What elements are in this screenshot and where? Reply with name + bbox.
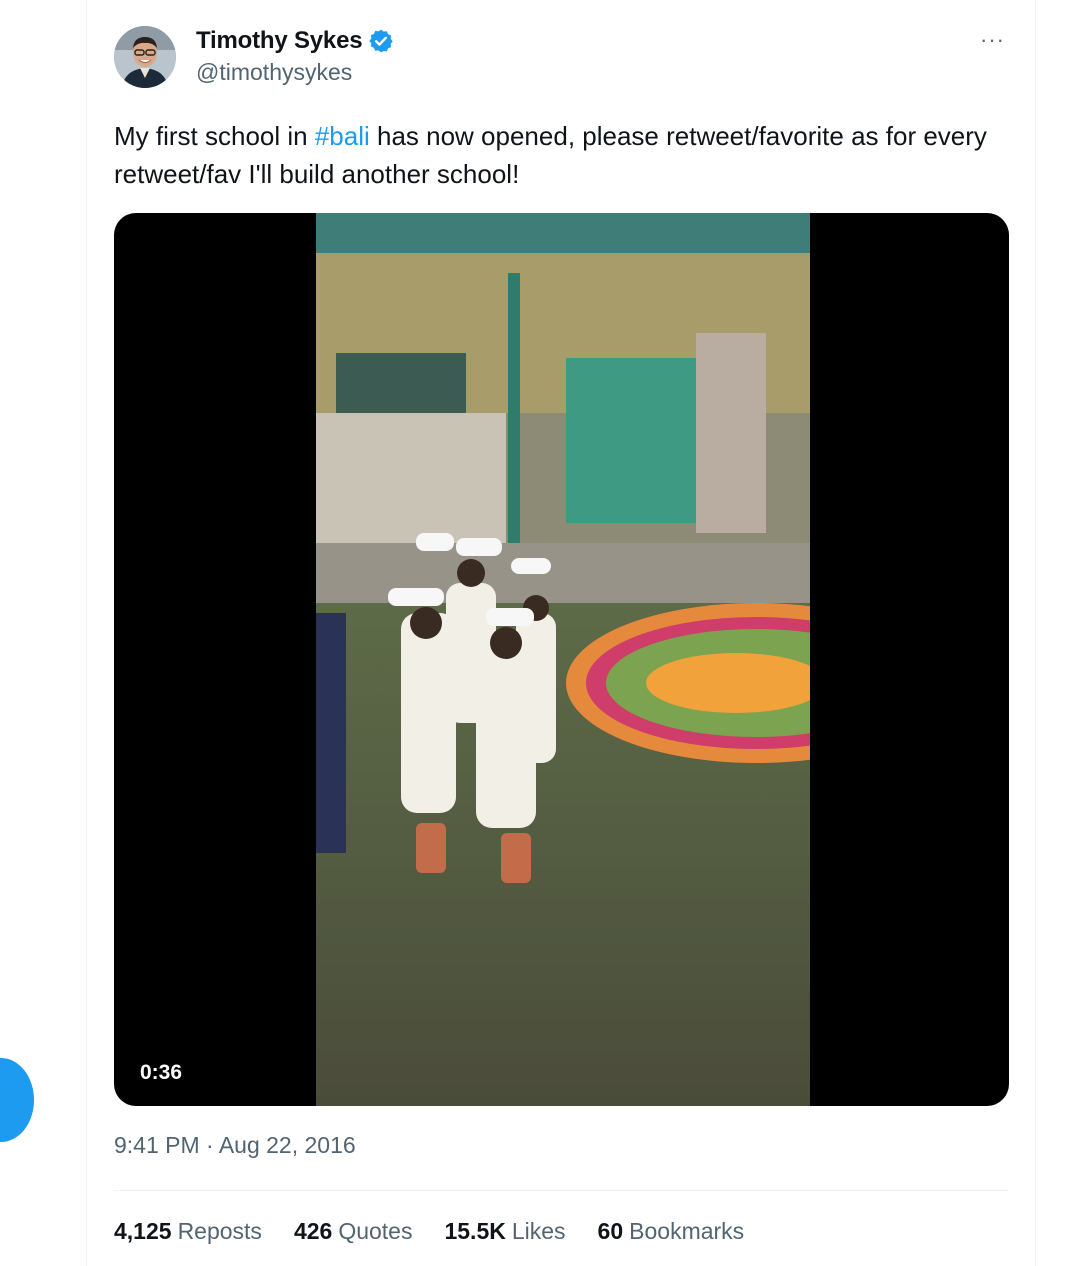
- verified-badge-icon: [368, 28, 394, 54]
- video-duration: 0:36: [140, 1061, 183, 1084]
- stat-value: 60: [597, 1218, 624, 1244]
- stat-value: 15.5K: [444, 1218, 506, 1244]
- stat-value: 4,125: [114, 1218, 172, 1244]
- author-handle[interactable]: @timothysykes: [196, 59, 352, 86]
- likes-stat[interactable]: 15.5K Likes: [444, 1218, 565, 1245]
- more-options-icon[interactable]: ···: [980, 29, 1008, 54]
- divider: [114, 1190, 1008, 1191]
- compose-button[interactable]: [0, 1058, 34, 1142]
- stat-label: Bookmarks: [629, 1218, 745, 1244]
- video-frame: [316, 213, 810, 1106]
- video-player[interactable]: 0:36: [114, 213, 1009, 1106]
- bookmarks-stat[interactable]: 60 Bookmarks: [598, 1218, 745, 1245]
- tweet-text: My first school in #bali has now opened,…: [114, 117, 994, 193]
- tweet-timestamp[interactable]: 9:41 PM · Aug 22, 2016: [114, 1132, 356, 1159]
- author-name-row[interactable]: Timothy Sykes: [196, 27, 394, 55]
- tweet-text-before: My first school in: [114, 121, 315, 151]
- engagement-stats: 4,125 Reposts 426 Quotes 15.5K Likes 60 …: [114, 1218, 776, 1245]
- reposts-stat[interactable]: 4,125 Reposts: [114, 1218, 262, 1245]
- stat-label: Reposts: [177, 1218, 262, 1244]
- stat-value: 426: [293, 1218, 333, 1244]
- hashtag-link[interactable]: #bali: [315, 121, 370, 151]
- stat-label: Likes: [511, 1218, 566, 1244]
- stat-label: Quotes: [338, 1218, 413, 1244]
- avatar[interactable]: [114, 26, 176, 88]
- display-name[interactable]: Timothy Sykes: [196, 27, 363, 55]
- quotes-stat[interactable]: 426 Quotes: [294, 1218, 413, 1245]
